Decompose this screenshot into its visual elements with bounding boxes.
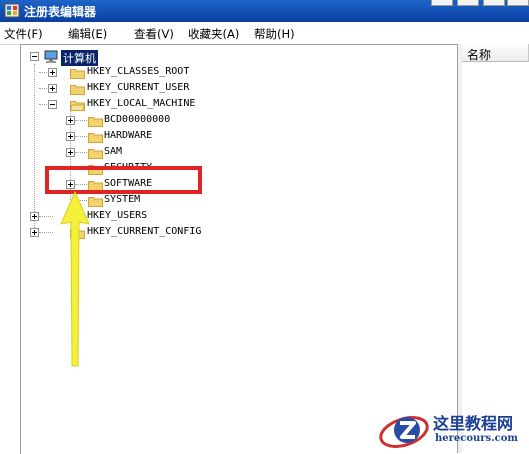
watermark-title: 这里教程网 [433,414,514,433]
expand-icon[interactable] [48,68,57,77]
expand-icon[interactable] [48,84,57,93]
folder-icon [88,149,103,159]
tree-item-hkey-classes-root[interactable]: HKEY_CLASSES_ROOT [29,66,229,80]
folder-icon [70,85,85,95]
menu-favorites[interactable]: 收藏夹(A) [188,26,239,42]
expand-icon[interactable] [66,116,75,125]
column-header-label: 名称 [467,48,492,62]
tree-item-label[interactable]: HKEY_CURRENT_USER [87,82,189,93]
menu-file[interactable]: 文件(F) [4,26,43,42]
tree-item-label[interactable]: HKEY_CURRENT_CONFIG [87,226,201,237]
window-title: 注册表编辑器 [24,5,97,19]
watermark-logo-icon [379,416,429,448]
tree-item-label[interactable]: SAM [104,146,122,157]
expand-icon[interactable] [30,228,39,237]
minimize-button[interactable] [431,0,453,6]
tree-item-label[interactable]: SYSTEM [104,194,140,205]
registry-editor-icon [4,3,20,18]
folder-icon [70,69,85,79]
collapse-icon[interactable] [30,52,39,61]
menu-bar: 文件(F) 编辑(E) 查看(V) 收藏夹(A) 帮助(H) [0,22,529,45]
tree-item-hardware[interactable]: HARDWARE [65,130,225,144]
values-list-pane[interactable]: 名称 [462,44,529,453]
computer-icon [44,50,58,63]
expand-icon[interactable] [66,132,75,141]
tree-item-sam[interactable]: SAM [65,146,225,160]
watermark-url: herecours.com [435,433,519,444]
menu-edit[interactable]: 编辑(E) [68,26,107,42]
expand-icon[interactable] [30,212,39,221]
column-header-name[interactable]: 名称 [462,44,529,62]
site-watermark: 这里教程网 herecours.com [373,408,529,453]
maximize-button[interactable] [457,0,479,6]
expand-icon[interactable] [66,148,75,157]
title-bar: 注册表编辑器 [0,0,529,22]
restore-button[interactable] [483,0,505,6]
tree-item-label[interactable]: HKEY_LOCAL_MACHINE [87,98,195,109]
tree-item-label[interactable]: HARDWARE [104,130,152,141]
tree-item-hkey-current-user[interactable]: HKEY_CURRENT_USER [29,82,229,96]
tree-root-computer[interactable]: 计算机 [29,50,149,66]
collapse-icon[interactable] [48,100,57,109]
tree-root-label[interactable]: 计算机 [61,50,98,66]
close-button[interactable] [507,0,529,6]
menu-view[interactable]: 查看(V) [134,26,174,42]
arrow-up-icon [60,190,90,367]
tree-item-bcd[interactable]: BCD00000000 [65,114,225,128]
tree-item-label[interactable]: BCD00000000 [104,114,170,125]
tree-item-hkey-local-machine[interactable]: HKEY_LOCAL_MACHINE [29,98,229,112]
folder-icon [88,133,103,143]
menu-help[interactable]: 帮助(H) [254,26,295,42]
tree-item-label[interactable]: HKEY_CLASSES_ROOT [87,66,189,77]
open-folder-icon [70,101,85,111]
folder-icon [88,117,103,127]
tree-item-label[interactable]: HKEY_USERS [87,210,147,221]
